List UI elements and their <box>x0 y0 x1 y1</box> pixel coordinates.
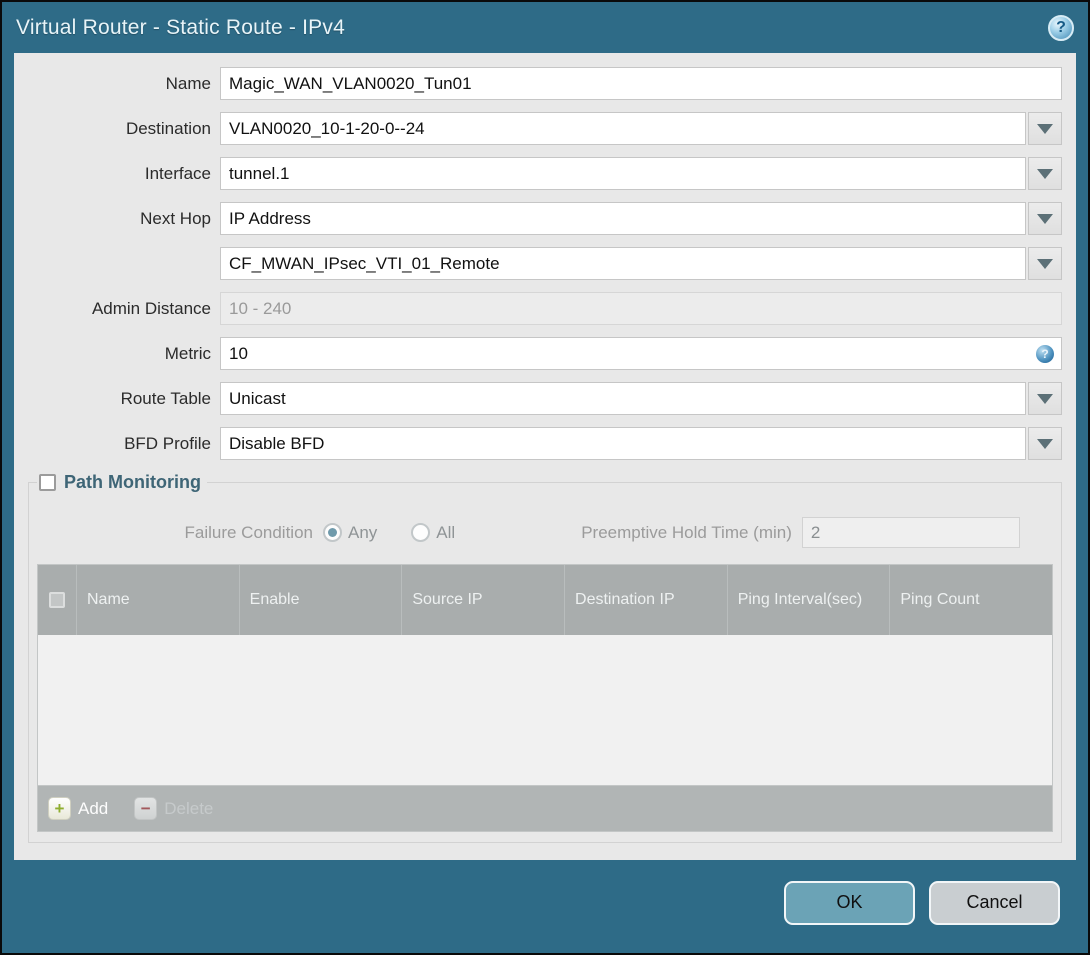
interface-dropdown-button[interactable] <box>1028 157 1062 190</box>
destination-input[interactable] <box>220 112 1026 145</box>
next-hop-address-dropdown-button[interactable] <box>1028 247 1062 280</box>
path-monitoring-title: Path Monitoring <box>64 472 201 492</box>
column-header-source-ip[interactable]: Source IP <box>401 565 564 635</box>
table-header-row: Name Enable Source IP Destination IP Pin… <box>38 565 1052 635</box>
dialog-footer: OK Cancel <box>2 860 1088 953</box>
chevron-down-icon <box>1037 213 1053 224</box>
form-row-interface: Interface <box>28 157 1062 190</box>
bfd-profile-label: BFD Profile <box>124 433 211 453</box>
interface-input[interactable] <box>220 157 1026 190</box>
bfd-profile-input[interactable] <box>220 427 1026 460</box>
table-select-all-cell <box>38 565 76 635</box>
metric-input[interactable] <box>220 337 1062 370</box>
path-monitoring-table: Name Enable Source IP Destination IP Pin… <box>37 564 1053 832</box>
column-header-destination-ip[interactable]: Destination IP <box>564 565 727 635</box>
next-hop-address-input[interactable] <box>220 247 1026 280</box>
interface-label: Interface <box>144 163 211 183</box>
column-header-enable[interactable]: Enable <box>238 565 402 635</box>
name-label: Name <box>165 73 211 93</box>
delete-button[interactable]: − Delete <box>134 797 213 820</box>
table-body-empty <box>38 635 1052 785</box>
add-button[interactable]: + Add <box>48 797 108 820</box>
add-plus-icon: + <box>48 797 71 820</box>
form-row-next-hop: Next Hop <box>28 202 1062 235</box>
next-hop-type-input[interactable] <box>220 202 1026 235</box>
next-hop-type-dropdown-button[interactable] <box>1028 202 1062 235</box>
form-row-destination: Destination <box>28 112 1062 145</box>
path-monitoring-controls: Failure Condition Any All Preemptive Hol… <box>37 517 1053 548</box>
dialog-content: Name Destination Interface Next Hop <box>14 53 1076 860</box>
route-table-label: Route Table <box>120 388 211 408</box>
form-row-route-table: Route Table <box>28 382 1062 415</box>
next-hop-label: Next Hop <box>140 208 211 228</box>
cancel-button[interactable]: Cancel <box>929 880 1060 925</box>
form-row-metric: Metric ? <box>28 337 1062 370</box>
select-all-checkbox[interactable] <box>49 592 65 608</box>
chevron-down-icon <box>1037 393 1053 404</box>
failure-condition-any-option[interactable]: Any <box>323 523 411 543</box>
ok-button[interactable]: OK <box>784 880 915 925</box>
preemptive-hold-time-input[interactable] <box>801 517 1020 548</box>
radio-all-label: All <box>436 522 456 542</box>
failure-condition-all-option[interactable]: All <box>411 523 489 543</box>
help-icon[interactable]: ? <box>1048 14 1074 41</box>
admin-distance-input[interactable] <box>220 292 1062 325</box>
delete-minus-icon: − <box>134 797 158 820</box>
form-row-next-hop-address <box>28 247 1062 280</box>
add-button-label: Add <box>78 798 109 818</box>
chevron-down-icon <box>1037 123 1053 134</box>
destination-label: Destination <box>125 118 211 138</box>
column-header-name[interactable]: Name <box>76 565 239 635</box>
name-input[interactable] <box>220 67 1062 100</box>
path-monitoring-legend: Path Monitoring <box>37 472 207 493</box>
delete-button-label: Delete <box>164 798 214 818</box>
titlebar: Virtual Router - Static Route - IPv4 ? <box>2 2 1088 53</box>
radio-any-label: Any <box>348 522 378 542</box>
path-monitoring-checkbox[interactable] <box>39 474 56 491</box>
chevron-down-icon <box>1037 258 1053 269</box>
bfd-profile-dropdown-button[interactable] <box>1028 427 1062 460</box>
chevron-down-icon <box>1037 168 1053 179</box>
radio-all[interactable] <box>411 523 431 542</box>
dialog-title: Virtual Router - Static Route - IPv4 <box>16 15 345 39</box>
failure-condition-label: Failure Condition <box>184 522 313 542</box>
form-row-admin-distance: Admin Distance <box>28 292 1062 325</box>
admin-distance-label: Admin Distance <box>91 298 211 318</box>
preemptive-hold-time-label: Preemptive Hold Time (min) <box>581 522 792 542</box>
dialog-window: Virtual Router - Static Route - IPv4 ? N… <box>0 0 1090 955</box>
destination-dropdown-button[interactable] <box>1028 112 1062 145</box>
table-actions-bar: + Add − Delete <box>38 785 1052 831</box>
form-row-bfd-profile: BFD Profile <box>28 427 1062 460</box>
route-table-input[interactable] <box>220 382 1026 415</box>
path-monitoring-section: Path Monitoring Failure Condition Any Al… <box>28 472 1062 843</box>
route-table-dropdown-button[interactable] <box>1028 382 1062 415</box>
metric-label: Metric <box>164 343 211 363</box>
metric-help-icon[interactable]: ? <box>1036 345 1054 363</box>
chevron-down-icon <box>1037 438 1053 449</box>
radio-any[interactable] <box>323 523 342 542</box>
column-header-ping-interval[interactable]: Ping Interval(sec) <box>726 565 890 635</box>
form-row-name: Name <box>28 67 1062 100</box>
column-header-ping-count[interactable]: Ping Count <box>889 565 1052 635</box>
